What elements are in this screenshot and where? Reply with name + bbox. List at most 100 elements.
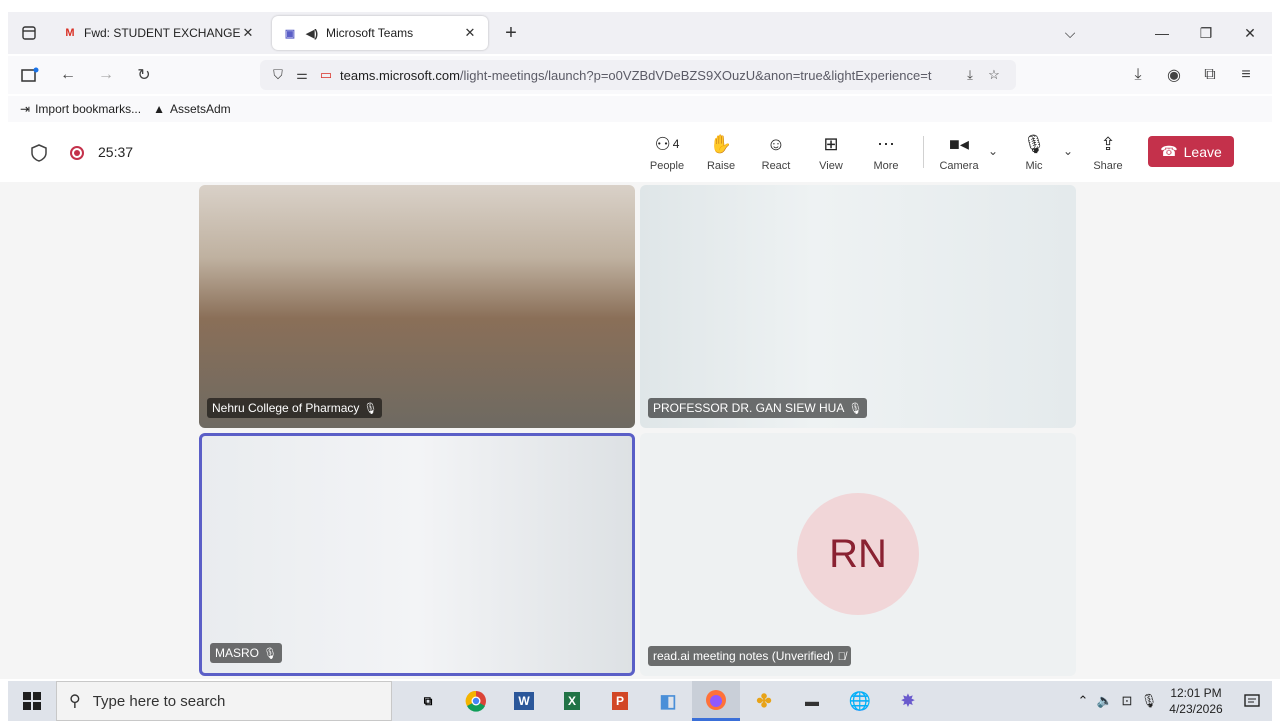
video-tile-nehru-college[interactable]: Nehru College of Pharmacy 🎙 xyxy=(199,185,635,428)
video-tile-professor[interactable]: PROFESSOR DR. GAN SIEW HUA 🎙 xyxy=(640,185,1076,428)
install-app-icon[interactable]: ⤓ xyxy=(960,65,980,85)
video-stage: Nehru College of Pharmacy 🎙 PROFESSOR DR.… xyxy=(0,182,1280,679)
grid-icon: ⊞ xyxy=(823,133,839,154)
sidebar-toggle-icon[interactable] xyxy=(14,59,46,91)
hand-icon: ✋ xyxy=(709,133,733,154)
mic-label: Mic xyxy=(1025,160,1043,172)
tracking-shield-icon[interactable]: ⛉ xyxy=(268,65,288,85)
task-view-icon[interactable]: ⧉ xyxy=(404,681,452,721)
bookmarks-bar: ⇥ Import bookmarks... ▲ AssetsAdm xyxy=(8,96,1272,122)
participant-nameplate: read.ai meeting notes (Unverified) 🎙̸ xyxy=(648,646,852,666)
bookmark-label: Import bookmarks... xyxy=(35,102,142,116)
people-button[interactable]: ⚇ 4 People xyxy=(642,132,692,173)
notification-icon[interactable] xyxy=(1232,681,1272,721)
participant-name: read.ai meeting notes (Unverified) xyxy=(653,649,834,663)
windows-taskbar: ⚲ Type here to search ⧉ W X P ◧ ✤ ▬ 🌐 ✸ … xyxy=(8,681,1272,721)
camera-app-icon[interactable]: ▬ xyxy=(788,681,836,721)
close-window-button[interactable]: ✕ xyxy=(1228,12,1272,54)
close-tab-icon[interactable]: ✕ xyxy=(240,25,256,41)
camera-options-chevron-icon[interactable]: ⌄ xyxy=(988,144,998,158)
mic-icon: 🎙 xyxy=(263,648,277,660)
minimize-button[interactable]: — xyxy=(1140,12,1184,54)
mic-muted-icon: 🎙̸ xyxy=(837,651,847,663)
windows-start-icon[interactable] xyxy=(8,681,56,721)
share-button[interactable]: ⇪ Share xyxy=(1083,132,1133,173)
settings-app-icon[interactable]: ✸ xyxy=(884,681,932,721)
browser-tab-strip: M Fwd: STUDENT EXCHANGE PRO ✕ ▣ ◀) Micro… xyxy=(8,12,1272,54)
video-tile-readai[interactable]: RN read.ai meeting notes (Unverified) 🎙̸ xyxy=(640,433,1076,676)
shield-icon[interactable] xyxy=(30,144,48,162)
close-tab-icon[interactable]: ✕ xyxy=(462,25,478,41)
system-tray: ⌃ 🔈 ⊡ 🎙 12:01 PM 4/23/2026 xyxy=(1072,681,1272,721)
menu-icon[interactable]: ≡ xyxy=(1230,59,1262,91)
powerpoint-icon[interactable]: P xyxy=(596,681,644,721)
url-path: /light-meetings/launch?p=o0VZBdVDeBZS9XO… xyxy=(459,67,932,83)
account-icon[interactable]: ◉ xyxy=(1158,59,1190,91)
word-icon[interactable]: W xyxy=(500,681,548,721)
address-bar[interactable]: ⛉ ⚌ ▭ teams.microsoft.com/light-meetings… xyxy=(260,60,1016,90)
participant-nameplate: PROFESSOR DR. GAN SIEW HUA 🎙 xyxy=(648,398,868,418)
firefox-icon[interactable] xyxy=(692,681,740,721)
people-icon: ⚇ xyxy=(654,133,671,154)
back-button[interactable]: ← xyxy=(52,59,84,91)
new-tab-button[interactable]: + xyxy=(496,18,526,48)
people-label: People xyxy=(649,160,685,172)
restore-button[interactable]: ❐ xyxy=(1184,12,1228,54)
downloads-icon[interactable]: ⤓ xyxy=(1122,59,1154,91)
clock-time: 12:01 PM xyxy=(1170,686,1222,700)
chevron-down-icon[interactable]: ⌵ xyxy=(1048,12,1092,54)
excel-icon[interactable]: X xyxy=(548,681,596,721)
tab-list-icon[interactable] xyxy=(12,16,46,50)
bookmark-assetsadm[interactable]: ▲ AssetsAdm xyxy=(153,102,231,116)
extensions-icon[interactable]: ⧉ xyxy=(1194,59,1226,91)
permissions-icon[interactable]: ⚌ xyxy=(292,65,312,85)
tab-teams[interactable]: ▣ ◀) Microsoft Teams ✕ xyxy=(272,16,488,50)
leave-label: Leave xyxy=(1183,143,1222,160)
url-host: teams.microsoft.com xyxy=(340,67,460,83)
microphone-tray-icon[interactable]: 🎙 xyxy=(1138,693,1160,709)
mic-button[interactable]: 🎙 Mic xyxy=(1009,132,1059,173)
chevron-up-icon[interactable]: ⌃ xyxy=(1072,693,1094,709)
mic-options-chevron-icon[interactable]: ⌄ xyxy=(1063,144,1073,158)
participant-name: PROFESSOR DR. GAN SIEW HUA xyxy=(653,401,845,415)
volume-icon[interactable]: 🔈 xyxy=(1094,693,1116,709)
network-icon[interactable]: ⊡ xyxy=(1116,693,1138,709)
toolbar-divider xyxy=(923,136,924,168)
bookmark-label: AssetsAdm xyxy=(169,102,231,116)
taskbar-clock[interactable]: 12:01 PM 4/23/2026 xyxy=(1160,685,1232,717)
bookmark-import[interactable]: ⇥ Import bookmarks... xyxy=(20,102,141,116)
leave-button[interactable]: ☎ Leave xyxy=(1148,136,1234,167)
video-tile-masro[interactable]: MASRO 🎙 xyxy=(199,433,635,676)
raise-hand-button[interactable]: ✋ Raise xyxy=(696,132,746,173)
assets-logo-icon: ▲ xyxy=(153,102,165,116)
browser-nav-bar: ← → ↻ ⛉ ⚌ ▭ teams.microsoft.com/light-me… xyxy=(8,56,1272,94)
nav-right-tools: ⤓ ◉ ⧉ ≡ xyxy=(1118,59,1262,91)
people-count: 4 xyxy=(672,137,680,151)
share-label: Share xyxy=(1093,160,1123,172)
recording-icon xyxy=(70,146,84,160)
chrome-icon[interactable] xyxy=(452,681,500,721)
globe-icon[interactable]: 🌐 xyxy=(836,681,884,721)
view-label: View xyxy=(819,160,843,172)
tab-gmail[interactable]: M Fwd: STUDENT EXCHANGE PRO ✕ xyxy=(52,16,266,50)
taskbar-apps: ⧉ W X P ◧ ✤ ▬ 🌐 ✸ xyxy=(404,681,932,721)
raise-label: Raise xyxy=(706,160,736,172)
reload-button[interactable]: ↻ xyxy=(128,59,160,91)
forward-button[interactable]: → xyxy=(90,59,122,91)
search-icon: ⚲ xyxy=(69,693,81,710)
camera-button[interactable]: ■◂ Camera xyxy=(934,132,984,173)
import-icon: ⇥ xyxy=(20,102,31,116)
taskbar-search-input[interactable]: ⚲ Type here to search xyxy=(56,681,392,721)
participant-name: MASRO xyxy=(215,646,260,660)
camera-permission-icon[interactable]: ▭ xyxy=(316,65,336,85)
notebook-icon[interactable]: ◧ xyxy=(644,681,692,721)
bookmark-star-icon[interactable]: ☆ xyxy=(984,65,1004,85)
pinwheel-icon[interactable]: ✤ xyxy=(740,681,788,721)
speaker-icon[interactable]: ◀) xyxy=(304,26,320,40)
microphone-icon: 🎙 xyxy=(1022,133,1046,154)
window-controls: ⌵ — ❐ ✕ xyxy=(1048,12,1272,54)
more-button[interactable]: ⋯ More xyxy=(861,132,911,173)
view-button[interactable]: ⊞ View xyxy=(806,132,856,173)
meeting-timer: 25:37 xyxy=(98,144,134,160)
react-button[interactable]: ☺ React xyxy=(751,132,801,173)
